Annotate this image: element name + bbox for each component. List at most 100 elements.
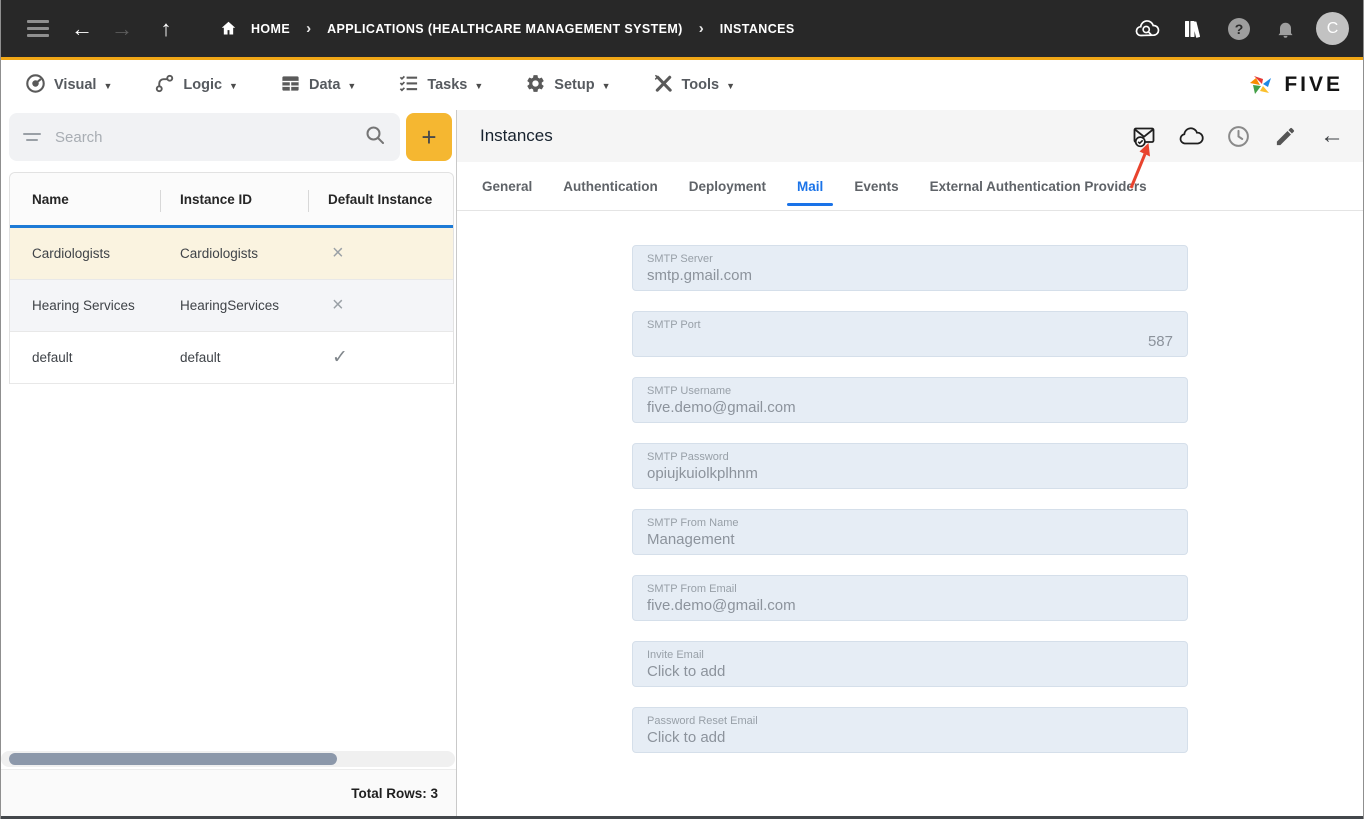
menu-tools-label: Tools <box>681 77 720 93</box>
hamburger-menu-icon[interactable] <box>23 14 53 44</box>
row-instance-id: Cardiologists <box>180 246 259 261</box>
menu-logic-label: Logic <box>183 77 223 93</box>
row-instance-id: HearingServices <box>180 298 280 313</box>
data-table-icon <box>280 73 301 98</box>
cloud-search-icon[interactable] <box>1132 14 1162 44</box>
menu-data[interactable]: Data ▼ <box>280 73 356 98</box>
close-icon: × <box>332 242 344 264</box>
forward-arrow-icon[interactable]: → <box>107 14 137 44</box>
mail-settings-form: SMTP Server smtp.gmail.com SMTP Port 587… <box>457 211 1363 793</box>
top-navigation-bar: ← → ↑ HOME › APPLICATIONS (HEALTHCARE MA… <box>1 0 1363 60</box>
tab-general[interactable]: General <box>482 162 532 210</box>
row-name: default <box>32 350 73 365</box>
detail-panel-header: Instances ← <box>457 110 1363 162</box>
visual-eye-icon <box>25 73 46 98</box>
page-title: Instances <box>480 126 553 145</box>
search-input[interactable] <box>55 128 364 146</box>
history-clock-icon[interactable] <box>1225 123 1251 149</box>
field-value: five.demo@gmail.com <box>647 597 796 614</box>
row-name: Hearing Services <box>32 298 135 313</box>
field-value: Click to add <box>647 729 726 746</box>
chevron-down-icon: ▼ <box>474 80 484 91</box>
library-books-icon[interactable] <box>1178 14 1208 44</box>
smtp-from-email-field[interactable]: SMTP From Email five.demo@gmail.com <box>632 575 1188 621</box>
breadcrumb-applications[interactable]: APPLICATIONS (HEALTHCARE MANAGEMENT SYST… <box>327 22 683 36</box>
chevron-down-icon: ▼ <box>726 80 736 91</box>
tab-mail[interactable]: Mail <box>797 162 823 210</box>
instances-table: Name Instance ID Default Instance Cardio… <box>9 172 454 384</box>
scrollbar-thumb[interactable] <box>9 753 337 765</box>
invite-email-field[interactable]: Invite Email Click to add <box>632 641 1188 687</box>
breadcrumb-instances[interactable]: INSTANCES <box>720 22 795 36</box>
field-label: SMTP Username <box>647 385 732 397</box>
smtp-server-field[interactable]: SMTP Server smtp.gmail.com <box>632 245 1188 291</box>
field-label: SMTP From Email <box>647 583 737 595</box>
cloud-icon[interactable] <box>1178 123 1204 149</box>
up-arrow-icon[interactable]: ↑ <box>151 14 181 44</box>
check-icon: ✓ <box>332 347 348 368</box>
menu-setup[interactable]: Setup ▼ <box>525 73 611 98</box>
breadcrumb-chevron-icon: › <box>306 20 312 37</box>
chevron-down-icon: ▼ <box>347 80 357 91</box>
breadcrumb-home[interactable]: HOME <box>251 22 290 36</box>
user-avatar[interactable]: C <box>1316 12 1349 45</box>
chevron-down-icon: ▼ <box>229 80 238 91</box>
close-icon: × <box>332 294 344 316</box>
smtp-from-name-field[interactable]: SMTP From Name Management <box>632 509 1188 555</box>
breadcrumb: HOME › APPLICATIONS (HEALTHCARE MANAGEME… <box>217 14 795 44</box>
row-instance-id: default <box>180 350 221 365</box>
smtp-password-field[interactable]: SMTP Password opiujkuiolkplhnm <box>632 443 1188 489</box>
menu-logic[interactable]: Logic ▼ <box>154 73 238 98</box>
table-empty-area <box>1 384 456 751</box>
notifications-bell-icon[interactable] <box>1270 14 1300 44</box>
smtp-username-field[interactable]: SMTP Username five.demo@gmail.com <box>632 377 1188 423</box>
list-footer: Total Rows: 3 <box>1 769 456 816</box>
field-label: Password Reset Email <box>647 715 758 727</box>
field-value: Management <box>647 531 735 548</box>
menu-tools[interactable]: Tools ▼ <box>653 73 736 98</box>
brand-name: FIVE <box>1284 73 1343 96</box>
table-row[interactable]: Hearing Services HearingServices × <box>10 280 453 332</box>
menu-data-label: Data <box>308 77 341 93</box>
field-label: SMTP From Name <box>647 517 739 529</box>
tab-external-auth-providers[interactable]: External Authentication Providers <box>930 162 1147 210</box>
search-box[interactable] <box>9 113 400 161</box>
back-arrow-icon[interactable]: ← <box>67 14 97 44</box>
tab-authentication[interactable]: Authentication <box>563 162 658 210</box>
menu-visual[interactable]: Visual ▼ <box>25 73 112 98</box>
send-test-mail-icon[interactable] <box>1131 123 1157 149</box>
breadcrumb-chevron-icon: › <box>698 20 704 37</box>
field-value: Click to add <box>647 663 726 680</box>
horizontal-scrollbar[interactable] <box>1 751 455 767</box>
search-icon[interactable] <box>364 124 386 151</box>
menu-visual-label: Visual <box>54 77 97 93</box>
menu-bar: Visual ▼ Logic ▼ Data ▼ Tasks ▼ Setup ▼ … <box>1 60 1363 110</box>
tasks-checklist-icon <box>398 73 419 98</box>
field-value: opiujkuiolkplhnm <box>647 465 758 482</box>
table-row[interactable]: Cardiologists Cardiologists × <box>10 228 453 280</box>
five-logo: FIVE <box>1247 70 1343 100</box>
home-icon[interactable] <box>217 14 239 44</box>
field-label: SMTP Password <box>647 451 729 463</box>
column-header-instance-id[interactable]: Instance ID <box>160 189 308 212</box>
detail-tabs: General Authentication Deployment Mail E… <box>457 162 1363 211</box>
table-row[interactable]: default default ✓ <box>10 332 453 384</box>
tab-events[interactable]: Events <box>854 162 898 210</box>
column-header-default-instance[interactable]: Default Instance <box>308 189 453 212</box>
password-reset-email-field[interactable]: Password Reset Email Click to add <box>632 707 1188 753</box>
field-label: Invite Email <box>647 649 704 661</box>
table-header-row: Name Instance ID Default Instance <box>10 173 453 225</box>
field-value: five.demo@gmail.com <box>647 399 796 416</box>
edit-pencil-icon[interactable] <box>1272 123 1298 149</box>
add-instance-button[interactable]: + <box>406 113 452 161</box>
tab-deployment[interactable]: Deployment <box>689 162 766 210</box>
menu-tasks[interactable]: Tasks ▼ <box>398 73 483 98</box>
help-icon[interactable]: ? <box>1224 14 1254 44</box>
instance-detail-panel: Instances ← General Authentication Deplo… <box>457 110 1363 816</box>
column-header-name[interactable]: Name <box>10 192 160 207</box>
smtp-port-field[interactable]: SMTP Port 587 <box>632 311 1188 357</box>
field-label: SMTP Port <box>647 319 701 331</box>
row-name: Cardiologists <box>32 246 111 261</box>
filter-icon[interactable] <box>23 133 41 141</box>
collapse-panel-arrow-icon[interactable]: ← <box>1319 123 1345 149</box>
